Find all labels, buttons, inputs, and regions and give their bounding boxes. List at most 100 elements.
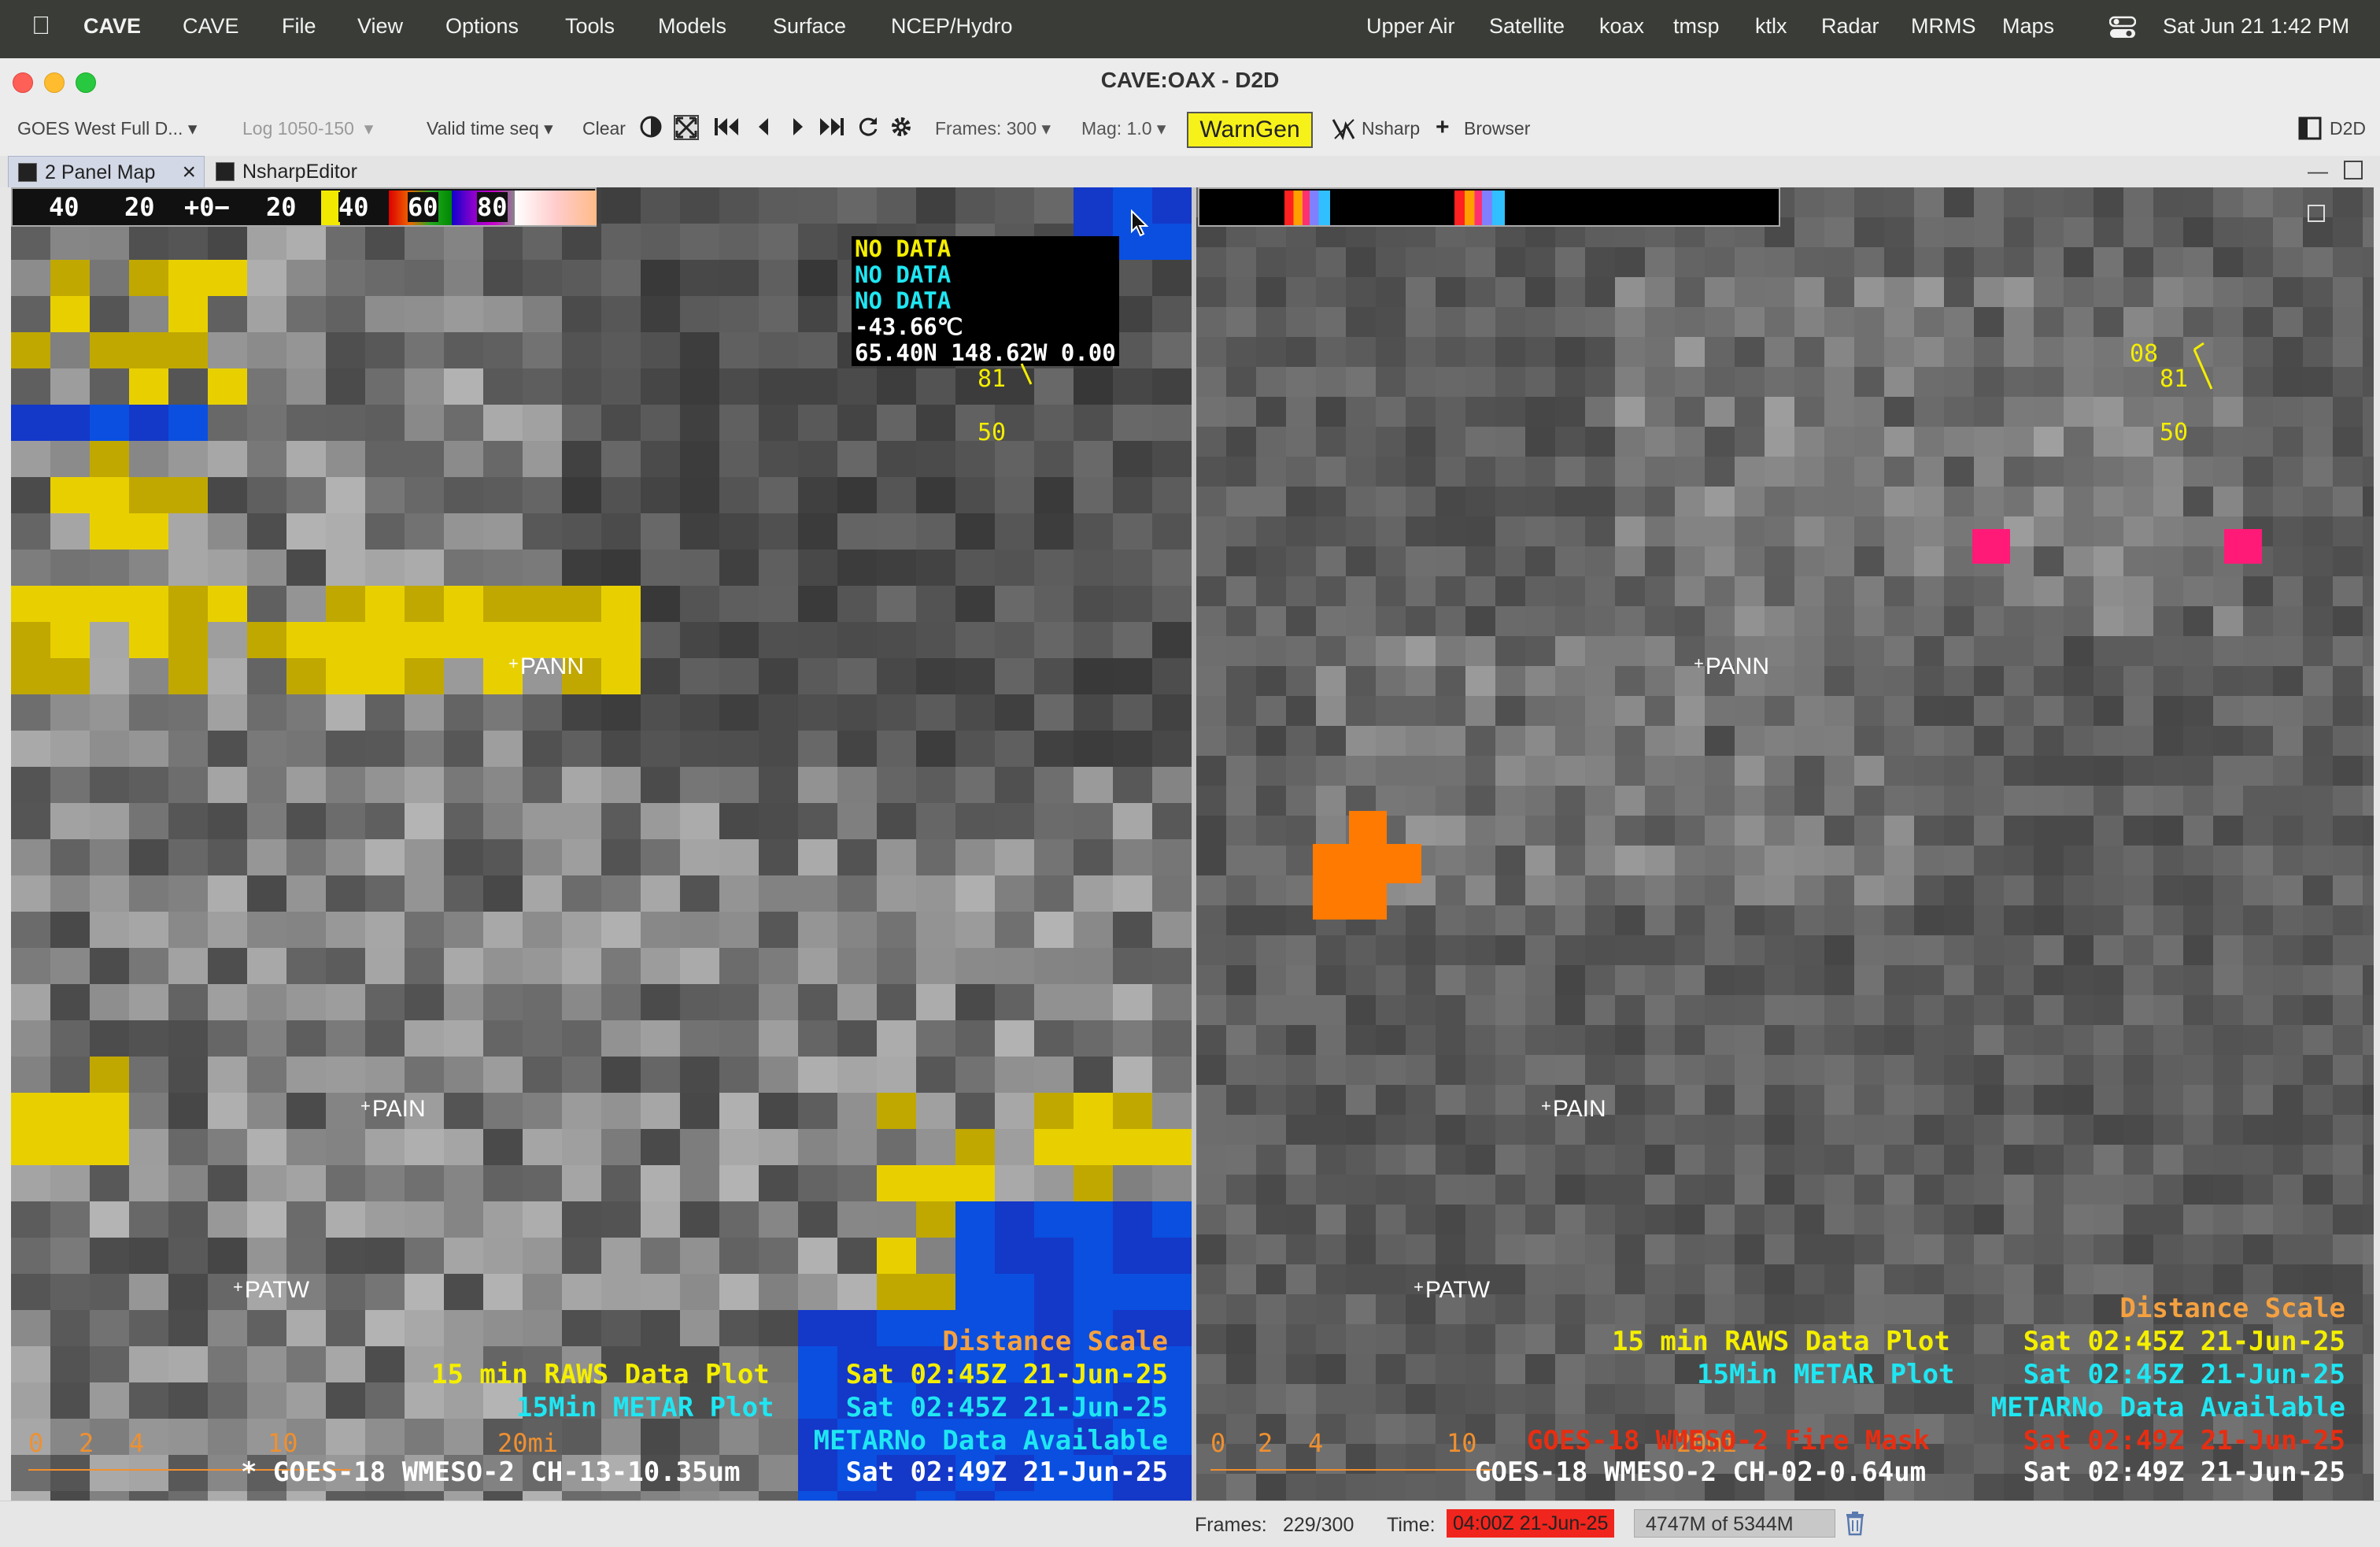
dewpoint-label: 50 [978,419,1007,446]
mouse-cursor-icon [1130,209,1151,242]
menu-item-cave[interactable]: CAVE [183,14,239,39]
colorbar-label: 40 [338,192,369,222]
station-marker-patw[interactable]: +PATW [1414,1277,1490,1304]
map-editor-icon [18,163,37,182]
frames-label: Frames: [1195,1514,1267,1536]
last-frame-icon[interactable] [819,115,845,143]
scale-tick: 0 [28,1428,44,1458]
menu-bar:  CAVE CAVE File View Options Tools Mode… [0,0,2380,58]
sample-value: -43.66℃ [855,313,963,340]
scale-tick: 20mi [1676,1428,1738,1458]
station-marker-pain[interactable]: +PAIN [360,1096,426,1123]
browser-button[interactable]: Browser [1464,118,1530,139]
wind-direction-label: 08 [2130,340,2159,368]
menu-item-models[interactable]: Models [658,14,726,39]
panel-maximize-icon[interactable] [2308,205,2325,222]
perspective-d2d-button[interactable]: D2D [2330,118,2366,139]
menu-item-mrms[interactable]: MRMS [1911,14,1976,39]
warngen-button[interactable]: WarnGen [1187,112,1313,148]
nsharp-icon[interactable] [1330,115,1357,146]
menu-item-radar[interactable]: Radar [1821,14,1879,39]
browser-plus-icon[interactable]: + [1436,114,1450,141]
sample-value: NO DATA [855,261,952,288]
menu-item-tools[interactable]: Tools [565,14,615,39]
sample-value: NO DATA [855,287,952,314]
app-name-menu[interactable]: CAVE [83,14,141,39]
time-label: Time: [1387,1514,1436,1536]
zoom-fit-icon[interactable] [674,115,699,145]
menu-item-ktlx[interactable]: ktlx [1755,14,1787,39]
frames-select[interactable]: Frames: 300 ▾ [935,118,1051,139]
tab-2-panel-map[interactable]: 2 Panel Map × [8,156,205,187]
colorbar-segment [515,191,597,225]
step-back-icon[interactable] [756,115,771,143]
menu-item-koax[interactable]: koax [1599,14,1644,39]
tab-nsharp-editor[interactable]: NsharpEditor [206,156,411,187]
wind-barb-icon [2190,342,2221,396]
station-marker-pain[interactable]: +PAIN [1541,1096,1606,1123]
valid-time-select[interactable]: Valid time seq ▾ [427,118,553,139]
clear-button[interactable]: Clear [582,118,626,139]
minimize-window-button[interactable] [44,72,65,93]
menu-item-satellite[interactable]: Satellite [1489,14,1565,39]
status-bar: Frames: 229/300 Time: 04:00Z 21-Jun-25 4… [0,1501,2380,1547]
loop-icon[interactable] [856,115,880,143]
station-marker-pann[interactable]: +PANN [1694,653,1769,680]
menu-item-view[interactable]: View [357,14,403,39]
nsharp-editor-icon [216,162,235,181]
menu-item-surface[interactable]: Surface [773,14,846,39]
window-title-bar: CAVE:OAX - D2D [0,58,2380,106]
fire-detection-marker [1313,811,1421,920]
station-marker-pann[interactable]: +PANN [508,653,584,680]
window-title: CAVE:OAX - D2D [1100,68,1280,92]
scale-tick: 20mi [497,1428,559,1458]
loop-settings-gear-icon[interactable] [889,115,913,143]
maximize-pane-icon[interactable] [2344,161,2363,179]
ir-satellite-image [11,187,1192,1501]
colorbar-label: 20 [124,192,155,222]
right-map-panel[interactable]: 08 81 50 +PANN +PAIN +PATW 0 2 4 10 20mi… [1196,187,2374,1501]
memory-usage: 4747M of 5344M [1634,1509,1835,1538]
nsharp-button[interactable]: Nsharp [1362,118,1420,139]
scale-tick: 4 [1308,1428,1324,1458]
menu-item-maps[interactable]: Maps [2002,14,2054,39]
source-select[interactable]: GOES West Full D... ▾ [17,118,197,139]
control-center-icon[interactable] [2108,16,2137,45]
fire-mask-pixel [1972,529,2010,564]
menu-item-file[interactable]: File [282,14,316,39]
log-select[interactable]: Log 1050-150 ▾ [242,118,373,139]
mag-select[interactable]: Mag: 1.0 ▾ [1081,118,1166,139]
colorbar-label: +0− [184,192,230,222]
editor-tabs: 2 Panel Map × NsharpEditor — [0,156,2380,187]
step-forward-icon[interactable] [790,115,806,143]
wind-speed-label: 81 [2160,365,2189,393]
perspective-icon[interactable] [2298,117,2322,145]
close-window-button[interactable] [13,72,33,93]
wind-speed-label: 81 [978,365,1007,393]
cave-toolbar: GOES West Full D... ▾ Log 1050-150 ▾ Val… [0,105,2380,157]
trash-icon[interactable] [1845,1511,1865,1541]
fire-mask-pixel [2224,529,2262,564]
first-frame-icon[interactable] [713,115,740,143]
zoom-window-button[interactable] [76,72,96,93]
menu-item-tmsp[interactable]: tmsp [1673,14,1720,39]
colorbar-label: 40 [49,192,79,222]
distance-scale: 0 2 4 10 20mi [11,1428,558,1491]
close-tab-icon[interactable]: × [182,157,196,188]
menu-item-ncep-hydro[interactable]: NCEP/Hydro [891,14,1013,39]
frames-value: 229/300 [1283,1514,1354,1536]
contrast-icon[interactable] [639,115,663,143]
menubar-clock[interactable]: Sat Jun 21 1:42 PM [2163,14,2349,39]
minimize-pane-icon[interactable]: — [2308,159,2328,183]
station-marker-patw[interactable]: +PATW [233,1277,309,1304]
menu-item-options[interactable]: Options [445,14,519,39]
scale-tick: 0 [1210,1428,1226,1458]
menu-item-upper-air[interactable]: Upper Air [1366,14,1455,39]
scale-tick: 4 [129,1428,145,1458]
apple-icon[interactable]:  [31,11,50,40]
colorbar-label: 60 [408,192,438,222]
scale-bar [1210,1469,1494,1471]
left-map-panel[interactable]: 40 20 +0− 20 40 60 80 NO DATA NO DATA NO… [11,187,1192,1501]
scale-tick: 10 [1447,1428,1477,1458]
colorbar-segment [1454,191,1505,225]
